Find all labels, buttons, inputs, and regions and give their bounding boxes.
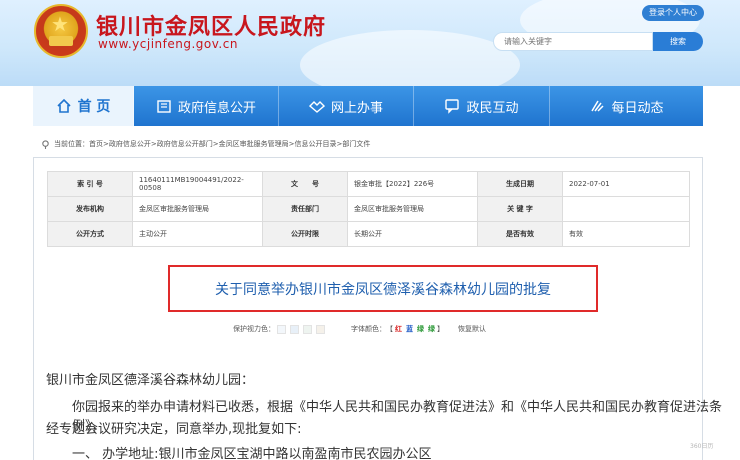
bracket: 】 [437,325,444,333]
nav-item-label: 政府信息公开 [177,100,256,116]
nav-item-home[interactable]: 首 页 [33,86,134,126]
bracket: 【 [386,325,393,333]
meta-value: 金凤区审批服务管理局 [347,196,478,222]
breadcrumb-text[interactable]: 当前位置：首页>政府信息公开>政府信息公开部门>金凤区审批服务管理局>信息公开目… [54,139,370,149]
handshake-icon [308,98,325,114]
nav-item-online-service[interactable]: 网上办事 [279,86,414,126]
meta-label: 索 引 号 [47,171,133,197]
watermark: 360日历 [690,443,714,450]
header-cloud [300,30,520,86]
meta-label: 责任部门 [262,196,348,222]
main-nav: 首 页 政府信息公开 网上办事 政民互动 每日动态 [33,86,703,126]
document-meta-table: 索 引 号 11640111MB19004491/2022-00508 文 号 … [47,171,690,247]
document-salutation: 银川市金凤区德泽溪谷森林幼儿园： [46,373,255,388]
meta-value: 长期公开 [347,221,478,247]
meta-label: 公开时限 [262,221,348,247]
eye-care-swatch[interactable] [316,324,325,334]
document-title: 关于同意举办银川市金凤区德泽溪谷森林幼儿园的批复 [168,265,598,312]
document-list-item: 一、 办学地址:银川市金凤区宝湖中路以南盈南市民农园办公区 [72,447,432,460]
meta-label: 生成日期 [477,171,563,197]
meta-label: 是否有效 [477,221,563,247]
eye-care-swatch[interactable] [277,324,286,334]
location-pin-icon [41,139,50,149]
broadcast-icon [589,98,605,114]
meta-label: 文 号 [262,171,348,197]
nav-item-interaction[interactable]: 政民互动 [414,86,550,126]
breadcrumb: 当前位置：首页>政府信息公开>政府信息公开部门>金凤区审批服务管理局>信息公开目… [33,135,703,153]
meta-value [562,196,690,222]
meta-label: 公开方式 [47,221,133,247]
search-input[interactable] [493,32,653,51]
font-color-blue[interactable]: 蓝 [406,324,413,334]
reset-default-link[interactable]: 恢复默认 [458,324,486,334]
site-header: ★ 银川市金凤区人民政府 www.ycjinfeng.gov.cn 登录个人中心… [0,0,740,86]
meta-value: 主动公开 [132,221,263,247]
chat-icon [444,98,460,114]
font-color-green[interactable]: 绿 [417,324,424,334]
nav-item-label: 首 页 [77,99,111,115]
site-url: www.ycjinfeng.gov.cn [98,37,238,51]
nav-item-gov-info[interactable]: 政府信息公开 [134,86,279,126]
meta-value: 2022-07-01 [562,171,690,197]
eye-care-swatch[interactable] [290,324,299,334]
login-link[interactable]: 登录个人中心 [642,5,704,21]
font-color-red[interactable]: 红 [395,324,402,334]
document-paragraph: 经专题会议研究决定，同意举办,现批复如下: [46,422,302,437]
home-icon [56,98,72,114]
meta-value: 有效 [562,221,690,247]
eye-care-swatch[interactable] [303,324,312,334]
nav-item-label: 政民互动 [466,100,519,116]
font-color-black[interactable]: 绿 [428,324,435,334]
meta-label: 关 键 字 [477,196,563,222]
eye-care-label: 保护视力色： [233,325,275,333]
reading-tools: 保护视力色： 字体颜色： 【 红 蓝 绿 绿 】 恢复默认 [233,323,486,335]
meta-value: 金凤区审批服务管理局 [132,196,263,222]
building-icon [156,98,172,114]
meta-label: 发布机构 [47,196,133,222]
nav-item-daily-news[interactable]: 每日动态 [550,86,703,126]
nav-item-label: 每日动态 [611,100,664,116]
nav-item-label: 网上办事 [330,100,383,116]
meta-value: 银金审批【2022】226号 [347,171,478,197]
search-button[interactable]: 搜索 [653,32,703,51]
national-emblem-icon: ★ [34,4,88,58]
font-color-label: 字体颜色： [351,325,386,333]
meta-value: 11640111MB19004491/2022-00508 [132,171,263,197]
